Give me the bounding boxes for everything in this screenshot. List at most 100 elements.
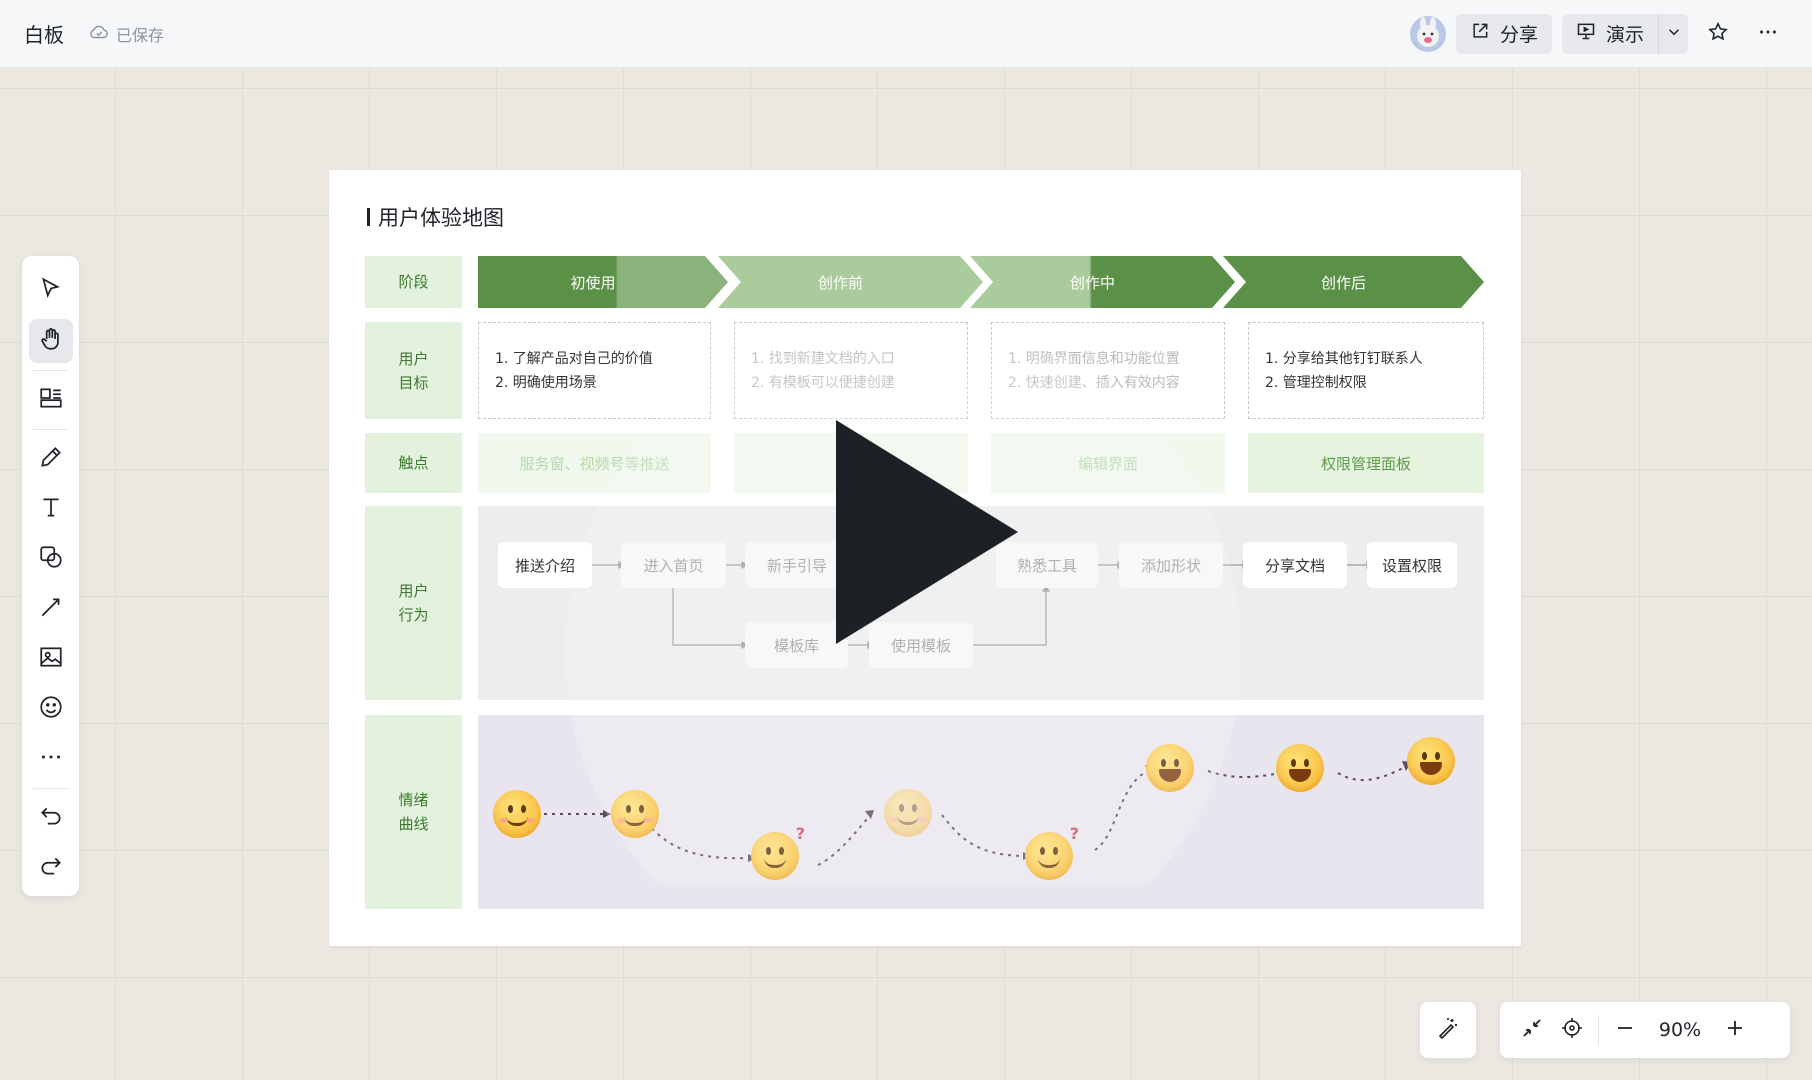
behavior-step[interactable]: 设置权限 bbox=[1367, 542, 1457, 588]
left-toolbar bbox=[22, 256, 79, 896]
image-tool[interactable] bbox=[29, 637, 73, 681]
smile-emoji-icon[interactable] bbox=[493, 790, 541, 838]
share-icon bbox=[1470, 21, 1490, 46]
row-label-emotion: 情绪 曲线 bbox=[365, 715, 462, 909]
star-icon bbox=[1707, 21, 1729, 47]
save-status-text: 已保存 bbox=[116, 25, 165, 45]
share-button[interactable]: 分享 bbox=[1455, 13, 1552, 54]
emoji-icon bbox=[38, 694, 64, 724]
behavior-step[interactable]: 进入首页 bbox=[621, 542, 726, 588]
toolbar-divider bbox=[32, 429, 69, 430]
top-bar: 白板 已保存 分享 演示 bbox=[0, 0, 1812, 68]
row-label-touchpoint: 触点 bbox=[365, 433, 462, 493]
zoom-divider bbox=[1598, 1015, 1599, 1045]
select-tool[interactable] bbox=[29, 269, 73, 313]
goal-item: 1. 明确界面信息和功能位置 bbox=[1008, 351, 1180, 367]
behavior-step[interactable]: 使用模板 bbox=[869, 622, 973, 668]
goal-card[interactable]: 1. 找到新建文档的入口 2. 有模板可以便捷创建 bbox=[734, 322, 968, 419]
pen-icon bbox=[38, 444, 64, 474]
line-tool[interactable] bbox=[29, 587, 73, 631]
select-icon bbox=[38, 276, 64, 306]
undo-icon bbox=[38, 803, 64, 833]
hand-tool[interactable] bbox=[28, 319, 73, 363]
ai-magic-button[interactable] bbox=[1420, 1002, 1476, 1058]
text-tool[interactable] bbox=[29, 487, 73, 531]
goal-card[interactable]: 1. 了解产品对自己的价值 2. 明确使用场景 bbox=[478, 322, 711, 419]
touchpoint-card[interactable]: 权限管理面板 bbox=[1248, 433, 1484, 493]
zoom-controls: 90% bbox=[1500, 1002, 1790, 1058]
emotion-area: ? ? bbox=[478, 715, 1484, 909]
hand-icon bbox=[38, 326, 64, 356]
smile-emoji-icon[interactable] bbox=[611, 790, 659, 838]
goal-item: 2. 快速创建、插入有效内容 bbox=[1008, 375, 1180, 391]
frame-title: 用户体验地图 bbox=[367, 202, 504, 232]
behavior-step[interactable]: 新手引导 bbox=[745, 542, 849, 588]
behavior-step[interactable]: 推送介绍 bbox=[498, 542, 592, 588]
stage-label: 创作中 bbox=[1069, 273, 1115, 292]
behavior-step[interactable]: 分享文档 bbox=[1243, 542, 1347, 588]
avatar[interactable] bbox=[1409, 15, 1446, 52]
present-options-button[interactable] bbox=[1658, 13, 1688, 54]
behavior-step[interactable]: 添加形状 bbox=[1119, 542, 1223, 588]
zoom-in-button[interactable] bbox=[1715, 1010, 1755, 1050]
row-label-behavior: 用户 行为 bbox=[365, 506, 462, 700]
touchpoint-card[interactable]: 首页 bbox=[734, 433, 968, 493]
behavior-step[interactable]: 模板库 bbox=[745, 622, 848, 668]
goal-card[interactable]: 1. 明确界面信息和功能位置 2. 快速创建、插入有效内容 bbox=[991, 322, 1225, 419]
present-label: 演示 bbox=[1605, 24, 1644, 46]
collapse-icon bbox=[1520, 1016, 1544, 1044]
image-icon bbox=[38, 644, 64, 674]
goal-item: 2. 有模板可以便捷创建 bbox=[751, 375, 895, 391]
behavior-step[interactable]: 熟悉工具 bbox=[996, 542, 1098, 588]
touchpoint-card[interactable]: 编辑界面 bbox=[991, 433, 1225, 493]
present-icon bbox=[1576, 21, 1596, 46]
stage-chevron[interactable]: 创作后 bbox=[1223, 256, 1484, 308]
pen-tool[interactable] bbox=[29, 437, 73, 481]
fit-screen-button[interactable] bbox=[1512, 1010, 1552, 1050]
stage-label: 初使用 bbox=[570, 273, 616, 292]
journey-map-frame[interactable]: 用户体验地图 阶段 用户 目标 触点 用户 行为 情绪 曲线 初使用 创作前 创… bbox=[329, 170, 1521, 946]
cloud-check-icon bbox=[88, 21, 110, 47]
stage-label: 创作前 bbox=[817, 273, 863, 292]
undo-button[interactable] bbox=[29, 796, 73, 840]
present-group: 演示 bbox=[1561, 13, 1688, 54]
magic-wand-icon bbox=[1436, 1016, 1460, 1044]
confused-emoji-icon[interactable]: ? bbox=[1025, 824, 1079, 880]
frame-title-text: 用户体验地图 bbox=[378, 206, 504, 230]
stage-chevron[interactable]: 初使用 bbox=[478, 256, 728, 308]
zoom-level[interactable]: 90% bbox=[1645, 1019, 1715, 1041]
stage-chevron[interactable]: 创作前 bbox=[718, 256, 983, 308]
smile-emoji-icon[interactable] bbox=[884, 789, 932, 837]
more-tools-button[interactable] bbox=[29, 737, 73, 781]
confused-emoji-icon[interactable]: ? bbox=[751, 824, 805, 880]
document-title[interactable]: 白板 bbox=[24, 19, 64, 48]
laugh-emoji-icon[interactable] bbox=[1407, 737, 1455, 785]
minus-icon bbox=[1613, 1016, 1637, 1044]
toolbar-divider bbox=[32, 788, 69, 789]
stage-chevron[interactable]: 创作中 bbox=[970, 256, 1235, 308]
locate-button[interactable] bbox=[1552, 1010, 1592, 1050]
emoji-tool[interactable] bbox=[29, 687, 73, 731]
touchpoint-card[interactable]: 服务窗、视频号等推送 bbox=[478, 433, 711, 493]
template-icon bbox=[38, 385, 64, 415]
behavior-area: 推送介绍 进入首页 新手引导 熟悉工具 添加形状 分享文档 设置权限 模板库 使… bbox=[478, 506, 1484, 700]
toolbar-divider bbox=[32, 370, 69, 371]
more-button[interactable] bbox=[1748, 14, 1788, 54]
shape-tool[interactable] bbox=[29, 537, 73, 581]
favorite-button[interactable] bbox=[1698, 14, 1738, 54]
goal-item: 1. 了解产品对自己的价值 bbox=[495, 351, 653, 367]
zoom-out-button[interactable] bbox=[1605, 1010, 1645, 1050]
redo-icon bbox=[38, 853, 64, 883]
template-tool[interactable] bbox=[29, 378, 73, 422]
present-button[interactable]: 演示 bbox=[1562, 14, 1658, 54]
goal-item: 1. 分享给其他钉钉联系人 bbox=[1265, 351, 1423, 367]
row-label-stage: 阶段 bbox=[365, 256, 462, 308]
goal-item: 1. 找到新建文档的入口 bbox=[751, 351, 895, 367]
grin-emoji-icon[interactable] bbox=[1146, 744, 1194, 792]
goal-card[interactable]: 1. 分享给其他钉钉联系人 2. 管理控制权限 bbox=[1248, 322, 1484, 419]
redo-button[interactable] bbox=[29, 846, 73, 890]
chevron-down-icon bbox=[1665, 23, 1683, 45]
more-horizontal-icon bbox=[38, 744, 64, 774]
grin-emoji-icon[interactable] bbox=[1276, 744, 1324, 792]
goal-item: 2. 管理控制权限 bbox=[1265, 375, 1367, 391]
